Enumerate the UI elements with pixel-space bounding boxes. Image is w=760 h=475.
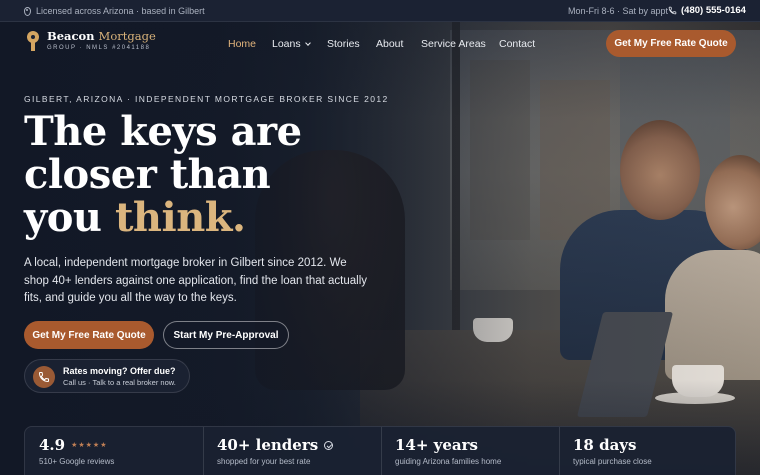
- brand-logo[interactable]: Beacon Mortgage GROUP · NMLS #2041188: [26, 30, 156, 51]
- stat-value: 4.9: [39, 436, 66, 454]
- stat-reviews: 4.9 ★★★★★ 510+ Google reviews: [25, 427, 203, 475]
- stats-bar: 4.9 ★★★★★ 510+ Google reviews 40+ lenders…: [24, 426, 736, 475]
- check-circle-icon: [324, 440, 334, 450]
- call-card-title: Rates moving? Offer due?: [63, 366, 176, 376]
- stat-close-time: 18 days typical purchase close: [559, 427, 737, 475]
- stat-label: typical purchase close: [573, 457, 652, 466]
- nav-item-loans[interactable]: Loans: [272, 38, 311, 50]
- stat-value: 18 days: [573, 436, 637, 454]
- call-broker-card[interactable]: Rates moving? Offer due? Call us · Talk …: [24, 359, 190, 393]
- license-text: Licensed across Arizona · based in Gilbe…: [36, 6, 205, 16]
- chevron-down-icon: [304, 40, 311, 46]
- phone-number: (480) 555-0164: [681, 5, 746, 16]
- license-info: Licensed across Arizona · based in Gilbe…: [24, 6, 205, 16]
- nav-item-home[interactable]: Home: [228, 38, 256, 50]
- map-pin-icon: [24, 6, 31, 16]
- top-utility-bar: Licensed across Arizona · based in Gilbe…: [0, 0, 760, 22]
- star-rating-icon: ★★★★★: [71, 441, 108, 449]
- hero-lead-text: A local, independent mortgage broker in …: [24, 257, 368, 304]
- header-quote-button[interactable]: Get My Free Rate Quote: [606, 30, 736, 57]
- hero-headline: The keys are closer than you think.: [24, 108, 302, 241]
- brand-name: Beacon Mortgage: [47, 29, 156, 43]
- headline-accent-word: think.: [114, 194, 246, 241]
- stat-value: 14+ years: [395, 436, 478, 454]
- stat-years: 14+ years guiding Arizona families home: [381, 427, 559, 475]
- phone-icon: [668, 6, 677, 15]
- phone-icon: [33, 366, 55, 388]
- stat-label: guiding Arizona families home: [395, 457, 502, 466]
- nav-item-about[interactable]: About: [376, 38, 403, 50]
- keyhole-icon: [26, 31, 40, 51]
- stat-label: 510+ Google reviews: [39, 457, 115, 466]
- phone-link[interactable]: (480) 555-0164: [668, 5, 746, 16]
- pre-approval-button[interactable]: Start My Pre-Approval: [163, 321, 289, 349]
- call-card-subtitle: Call us · Talk to a real broker now.: [63, 378, 176, 387]
- hero-eyebrow: GILBERT, ARIZONA · INDEPENDENT MORTGAGE …: [24, 94, 389, 104]
- stat-label: shopped for your best rate: [217, 457, 311, 466]
- free-rate-quote-button[interactable]: Get My Free Rate Quote: [24, 321, 154, 349]
- stat-lenders: 40+ lenders shopped for your best rate: [203, 427, 381, 475]
- brand-subline: GROUP · NMLS #2041188: [47, 45, 151, 51]
- office-hours: Mon-Fri 8-6 · Sat by appt: [568, 6, 669, 16]
- stat-value: 40+ lenders: [217, 436, 319, 454]
- nav-item-stories[interactable]: Stories: [327, 38, 360, 50]
- nav-item-service-areas[interactable]: Service Areas: [421, 38, 486, 50]
- nav-item-contact[interactable]: Contact: [499, 38, 535, 50]
